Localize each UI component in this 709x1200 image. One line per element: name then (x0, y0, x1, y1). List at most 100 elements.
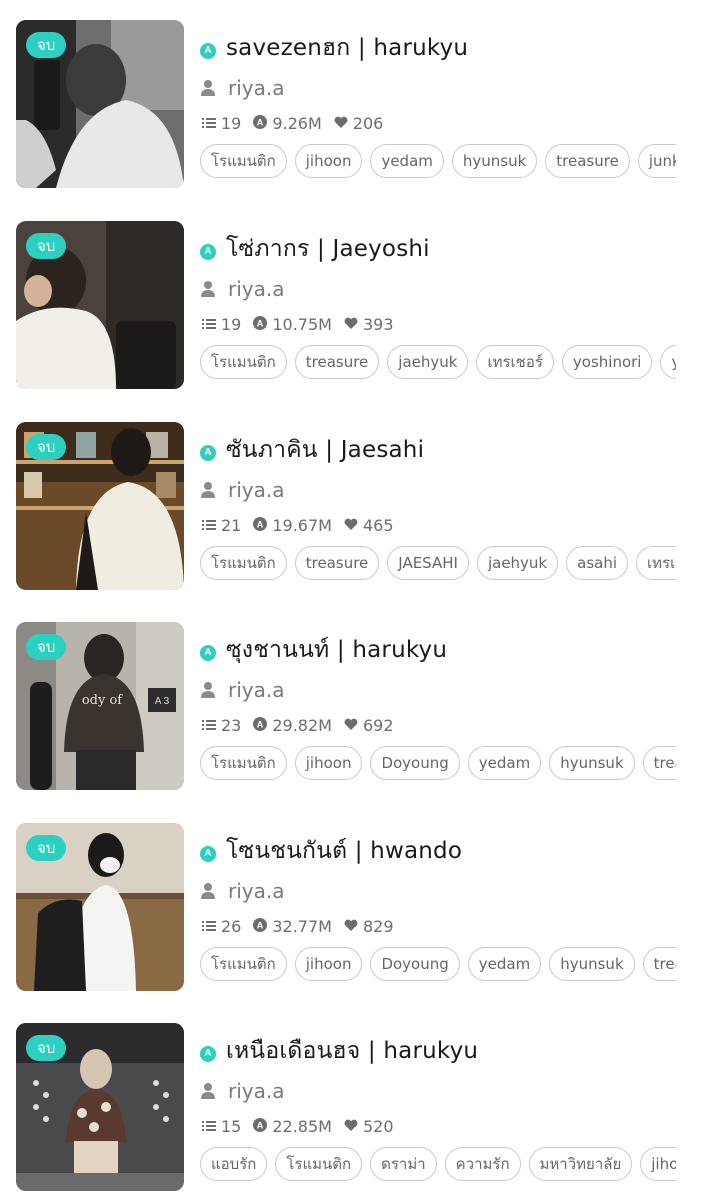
heart-icon (344, 315, 358, 334)
like-count: 465 (362, 515, 394, 535)
cover-image[interactable]: A 3 ody of จบ (16, 622, 184, 790)
tag[interactable]: Doyoung (370, 947, 460, 981)
tag[interactable]: โรแมนติก (200, 345, 287, 379)
author-name[interactable]: riya.a (228, 678, 284, 702)
novel-card[interactable]: จบ A ซันภาคิน | Jaesahi riya.a 21 A 19.67… (0, 422, 709, 592)
novel-title[interactable]: ซันภาคิน | Jaesahi (226, 432, 424, 468)
cover-image[interactable]: จบ (16, 221, 184, 389)
novel-card[interactable]: จบ A เหนือเดือนฮจ | harukyu riya.a 15 A2… (0, 1023, 709, 1193)
tag-list: โรแมนติก jihoon Doyoung yedam hyunsuk tr… (200, 746, 676, 780)
author-name[interactable]: riya.a (228, 879, 284, 903)
tag[interactable]: jihoon (640, 1147, 676, 1181)
tag[interactable]: jaehyuk (387, 345, 469, 379)
tag[interactable]: yoshinori (561, 345, 653, 379)
status-badge: จบ (26, 1035, 67, 1061)
A-circle-icon: A (200, 445, 216, 461)
tag[interactable]: ความรัก (444, 1147, 521, 1181)
user-icon (200, 79, 216, 97)
tag[interactable]: yedam (370, 144, 444, 178)
chapter-count: 23 (221, 715, 242, 735)
tag[interactable]: JAESAHI (387, 546, 469, 580)
novel-card[interactable]: A 3 ody of จบ A ซุงชานนท์ | harukyu riya… (0, 622, 709, 792)
user-icon (200, 1082, 216, 1100)
status-badge: จบ (26, 32, 67, 58)
cover-image[interactable]: จบ (16, 422, 184, 590)
author-name[interactable]: riya.a (228, 478, 284, 502)
cover-image[interactable]: จบ (16, 20, 184, 188)
novel-card[interactable]: จบ A โซ่ภากร | Jaeyoshi riya.a 19 A 10.75… (0, 221, 709, 391)
novel-title[interactable]: savezenฮก | harukyu (226, 30, 468, 66)
novel-title[interactable]: โซ่ภากร | Jaeyoshi (226, 231, 430, 267)
tag[interactable]: เทรเชอร์ (476, 345, 554, 379)
tag[interactable]: โรแมนติก (200, 746, 287, 780)
tag[interactable]: treasure (642, 947, 676, 981)
tag[interactable]: hyunsuk (549, 947, 635, 981)
like-count: 520 (362, 1116, 394, 1136)
tag[interactable]: treasure (545, 144, 630, 178)
eye-icon: A (253, 114, 268, 133)
novel-card[interactable]: จบ A savezenฮก | harukyu riya.a 19 A 9.26… (0, 20, 709, 190)
status-badge: จบ (26, 434, 67, 460)
novel-title[interactable]: ซุงชานนท์ | harukyu (226, 632, 447, 668)
tag[interactable]: jihoon (294, 947, 363, 981)
status-badge: จบ (26, 835, 67, 861)
tag-list: โรแมนติก jihoon Doyoung yedam hyunsuk tr… (200, 947, 676, 981)
tag[interactable]: hyunsuk (549, 746, 635, 780)
tag[interactable]: โรแมนติก (200, 546, 287, 580)
heart-icon (344, 1117, 358, 1136)
tag[interactable]: treasure (294, 546, 380, 580)
tag[interactable]: jihoon (294, 144, 363, 178)
cover-image[interactable]: จบ (16, 823, 184, 991)
svg-text:A: A (257, 1120, 264, 1130)
tag[interactable]: treasure (294, 345, 380, 379)
tag[interactable]: treasure (642, 746, 676, 780)
chapter-count: 26 (221, 916, 242, 936)
novel-title[interactable]: โซนชนกันต์ | hwando (226, 833, 462, 869)
author-name[interactable]: riya.a (228, 1079, 284, 1103)
view-count: 10.75M (272, 314, 332, 334)
cover-image[interactable]: จบ (16, 1023, 184, 1191)
tag[interactable]: jaehyuk (476, 546, 559, 580)
tag[interactable]: junkyu (637, 144, 676, 178)
status-badge: จบ (26, 233, 67, 259)
tag[interactable]: yedam (467, 947, 542, 981)
heart-icon (344, 917, 358, 936)
tag[interactable]: yedam (467, 746, 542, 780)
A-circle-icon: A (200, 43, 216, 59)
tag[interactable]: โรแมนติก (200, 144, 287, 178)
novel-list: จบ A savezenฮก | harukyu riya.a 19 A 9.26… (0, 0, 709, 1200)
tag[interactable]: asahi (566, 546, 628, 580)
svg-text:A: A (257, 920, 264, 930)
novel-card[interactable]: จบ A โซนชนกันต์ | hwando riya.a 26 A 32.7… (0, 823, 709, 993)
author-name[interactable]: riya.a (228, 277, 284, 301)
view-count: 32.77M (272, 916, 332, 936)
like-count: 206 (352, 113, 384, 133)
novel-title[interactable]: เหนือเดือนฮจ | harukyu (226, 1033, 478, 1069)
tag[interactable]: ดราม่า (370, 1147, 437, 1181)
svg-text:ody of: ody of (82, 693, 123, 708)
svg-text:A: A (257, 117, 264, 127)
author-name[interactable]: riya.a (228, 76, 284, 100)
tag[interactable]: โรแมนติก (200, 947, 287, 981)
tag[interactable]: โรแมนติก (275, 1147, 363, 1181)
A-circle-icon: A (200, 846, 216, 862)
chapter-count: 21 (221, 515, 242, 535)
like-count: 829 (362, 916, 394, 936)
tag[interactable]: แอบรัก (200, 1147, 268, 1181)
view-count: 22.85M (272, 1116, 332, 1136)
tag[interactable]: jihoon (294, 746, 363, 780)
heart-icon (334, 114, 348, 133)
tag[interactable]: เทรเชอร์ (636, 546, 676, 580)
list-icon (202, 114, 216, 133)
tag[interactable]: hyunsuk (451, 144, 538, 178)
tag[interactable]: มหาวิทยาลัย (528, 1147, 633, 1181)
status-badge: จบ (26, 634, 67, 660)
eye-icon: A (253, 1117, 268, 1136)
svg-text:A: A (257, 318, 264, 328)
view-count: 29.82M (272, 715, 332, 735)
tag[interactable]: yoshi (660, 345, 676, 379)
user-icon (200, 481, 216, 499)
svg-text:A: A (257, 719, 264, 729)
tag[interactable]: Doyoung (370, 746, 460, 780)
eye-icon: A (253, 315, 268, 334)
